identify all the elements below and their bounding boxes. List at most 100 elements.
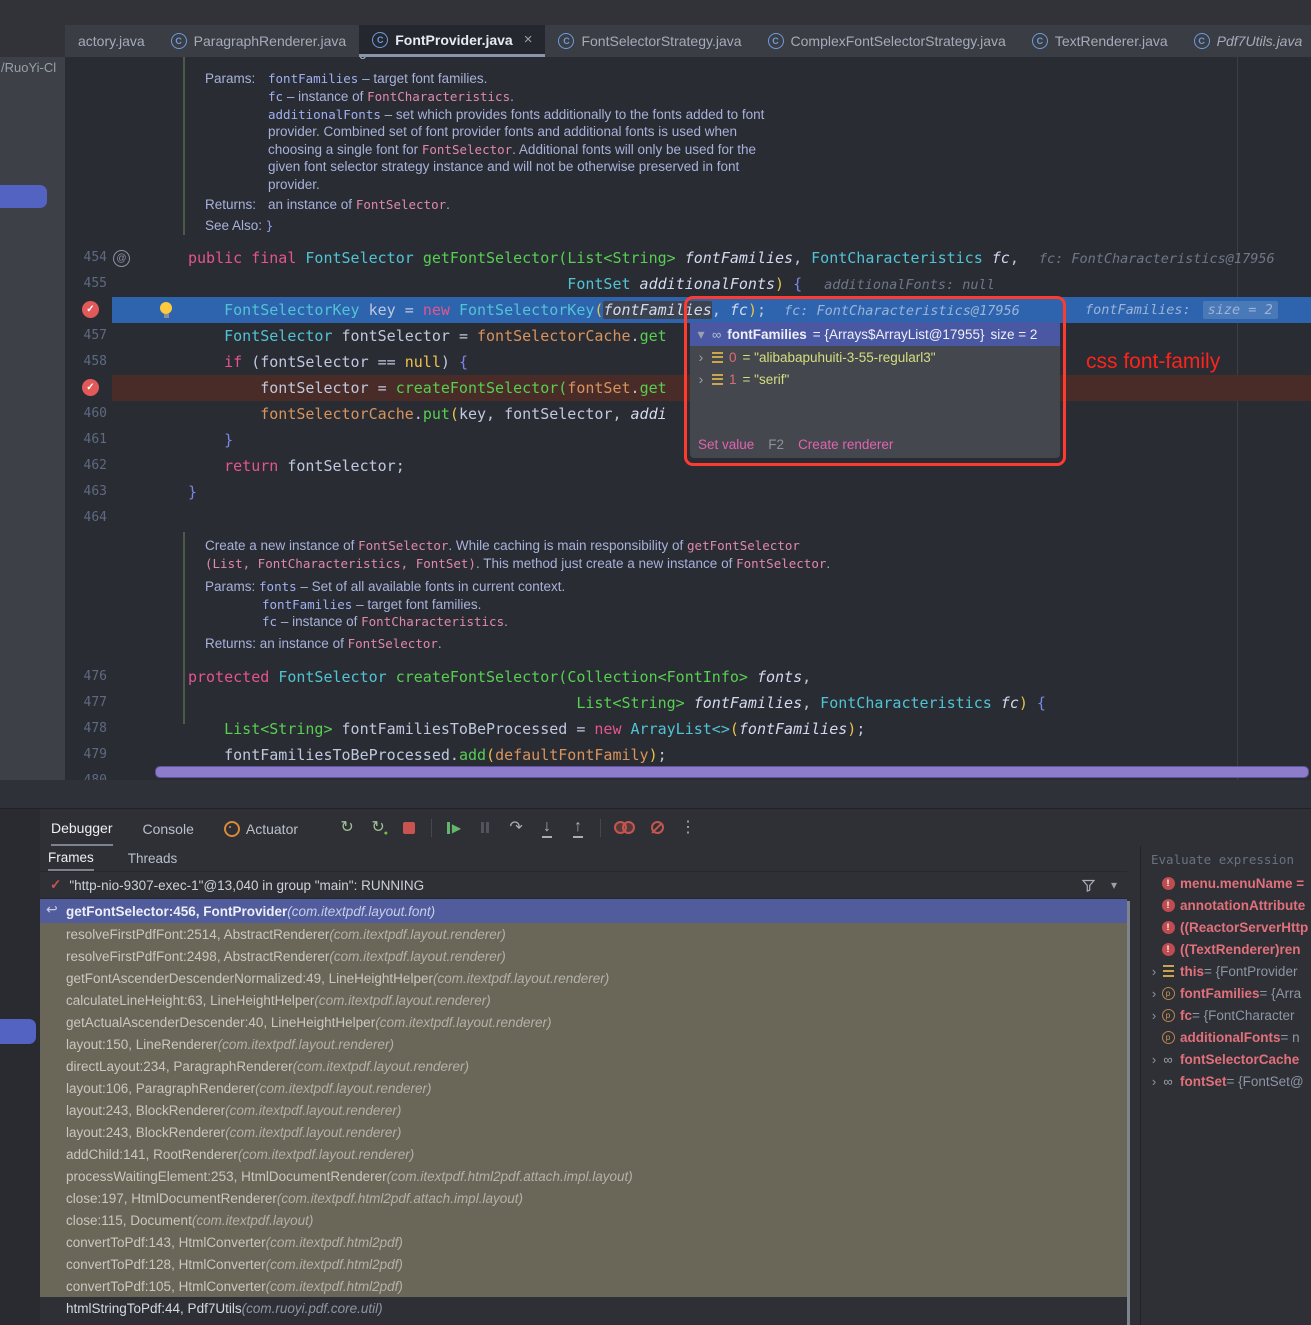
stack-frame-row[interactable]: convertToPdf:143, HtmlConverter (com.ite… — [40, 1231, 1127, 1253]
stack-frame-row[interactable]: layout:106, ParagraphRenderer (com.itext… — [40, 1077, 1127, 1099]
line-number[interactable]: 460 — [65, 401, 107, 427]
chevron-down-icon[interactable]: ▾ — [1111, 878, 1117, 892]
rerun-debug-icon[interactable]: ↻● — [369, 818, 387, 838]
popup-header-row[interactable]: ▾ ∞ fontFamilies = {Arrays$ArrayList@179… — [690, 322, 1060, 346]
line-number[interactable]: 455 — [65, 271, 107, 297]
breakpoint-icon[interactable]: ✓ — [82, 301, 99, 318]
variable-row[interactable]: ›∞fontSet = {FontSet@ — [1141, 1070, 1311, 1092]
variable-row[interactable]: padditionalFonts = n — [1141, 1026, 1311, 1048]
line-number[interactable]: 461 — [65, 427, 107, 453]
popup-variable-name: fontFamilies — [727, 327, 807, 342]
class-icon: C — [558, 33, 574, 49]
tab-frames[interactable]: Frames — [48, 846, 94, 871]
variable-row[interactable]: !annotationAttribute — [1141, 894, 1311, 916]
chevron-right-icon[interactable]: › — [1147, 1052, 1161, 1067]
debugger-value-popup[interactable]: ▾ ∞ fontFamilies = {Arrays$ArrayList@179… — [690, 322, 1060, 458]
create-renderer-link[interactable]: Create renderer — [798, 437, 893, 452]
line-number[interactable]: 462 — [65, 453, 107, 479]
toolbar-separator — [431, 819, 432, 837]
line-number[interactable]: 458 — [65, 349, 107, 375]
variable-row[interactable]: ›∞fontSelectorCache — [1141, 1048, 1311, 1070]
breakpoint-icon[interactable]: ✓ — [82, 379, 99, 396]
editor-horizontal-scrollbar[interactable] — [155, 766, 1309, 778]
line-number[interactable]: 478 — [65, 716, 107, 742]
mute-breakpoints-icon[interactable] — [648, 818, 666, 838]
rerun-icon[interactable]: ↻ — [338, 818, 356, 838]
code-editor[interactable]: Create FontSelector or get from cache.Pa… — [65, 57, 1311, 780]
stack-frame-row[interactable]: close:115, Document (com.itextpdf.layout… — [40, 1209, 1127, 1231]
stack-frame-row[interactable]: htmlStringToPdf:44, Pdf7Utils (com.ruoyi… — [40, 1297, 1127, 1319]
debugger-tab-actuator[interactable]: Actuator — [224, 809, 298, 846]
chevron-right-icon[interactable]: › — [696, 349, 706, 365]
more-icon[interactable]: ⋮ — [679, 818, 697, 838]
step-over-icon[interactable]: ↷ — [507, 818, 525, 838]
frame-method: layout:150, LineRenderer — [66, 1037, 218, 1052]
editor-tab-complexfontselectorstrategy-java[interactable]: CComplexFontSelectorStrategy.java — [755, 25, 1019, 57]
line-number[interactable]: 454 — [65, 245, 107, 271]
frames-scrollbar[interactable] — [1127, 901, 1130, 1325]
stack-frame-row[interactable]: layout:150, LineRenderer (com.itextpdf.l… — [40, 1033, 1127, 1055]
chevron-right-icon[interactable]: › — [1147, 1008, 1161, 1023]
line-number[interactable]: 480 — [65, 768, 107, 780]
thread-row[interactable]: ✓ "http-nio-9307-exec-1"@13,040 in group… — [40, 872, 1127, 899]
intention-bulb-icon[interactable] — [160, 302, 172, 314]
line-number[interactable]: 464 — [65, 505, 107, 531]
project-panel-sliver: /RuoYi-Cl — [0, 57, 65, 780]
annotation-gutter-icon: @ — [113, 250, 130, 267]
stack-frame-row[interactable]: ↩getFontSelector:456, FontProvider (com.… — [40, 899, 1127, 923]
stack-frame-row[interactable]: getFontAscenderDescenderNormalized:49, L… — [40, 967, 1127, 989]
popup-array-item[interactable]: ›0= "alibabapuhuiti-3-55-regularl3" — [690, 346, 1060, 368]
step-into-icon[interactable]: ↓ — [538, 818, 556, 838]
javadoc-line: Create a new instance of FontSelector. W… — [205, 537, 800, 554]
resume-icon[interactable]: ▶ — [445, 818, 463, 838]
debugger-tab-debugger[interactable]: Debugger — [51, 809, 113, 846]
stack-frame-row[interactable]: convertToPdf:128, HtmlConverter (com.ite… — [40, 1253, 1127, 1275]
chevron-right-icon[interactable]: › — [1147, 1074, 1161, 1089]
editor-tab-fontselectorstrategy-java[interactable]: CFontSelectorStrategy.java — [545, 25, 754, 57]
variable-row[interactable]: ›pfontFamilies = {Arra — [1141, 982, 1311, 1004]
editor-tab-pdf7utils-java[interactable]: CPdf7Utils.java — [1181, 25, 1311, 57]
popup-array-item[interactable]: ›1= "serif" — [690, 368, 1060, 390]
editor-tab-paragraphrenderer-java[interactable]: CParagraphRenderer.java — [158, 25, 360, 57]
chevron-right-icon[interactable]: › — [1147, 986, 1161, 1001]
stack-frame-row[interactable]: convertToPdf:105, HtmlConverter (com.ite… — [40, 1275, 1127, 1297]
stack-frame-row[interactable]: templatePdf:73, TemplateGuideSupportCont… — [40, 1319, 1127, 1325]
pause-icon[interactable] — [476, 818, 494, 838]
step-out-icon[interactable]: ↑ — [569, 818, 587, 838]
stack-frame-row[interactable]: layout:243, BlockRenderer (com.itextpdf.… — [40, 1099, 1127, 1121]
stack-frame-row[interactable]: addChild:141, RootRenderer (com.itextpdf… — [40, 1143, 1127, 1165]
stack-frame-row[interactable]: processWaitingElement:253, HtmlDocumentR… — [40, 1165, 1127, 1187]
stack-frame-row[interactable]: resolveFirstPdfFont:2514, AbstractRender… — [40, 923, 1127, 945]
evaluate-expression-field[interactable]: Evaluate expression — [1141, 846, 1311, 872]
set-value-link[interactable]: Set value — [698, 437, 754, 452]
filter-funnel-icon[interactable] — [1082, 879, 1095, 892]
variable-row[interactable]: !((TextRenderer)ren — [1141, 938, 1311, 960]
stop-icon[interactable] — [400, 818, 418, 838]
tab-threads[interactable]: Threads — [128, 846, 178, 871]
chevron-right-icon[interactable]: › — [696, 371, 706, 387]
editor-tab-fontprovider-java[interactable]: CFontProvider.java× — [359, 25, 545, 57]
variable-row[interactable]: !((ReactorServerHttp — [1141, 916, 1311, 938]
variable-row[interactable]: ›pfc = {FontCharacter — [1141, 1004, 1311, 1026]
variable-row[interactable]: ›this = {FontProvider — [1141, 960, 1311, 982]
view-breakpoints-icon[interactable] — [614, 818, 635, 838]
stack-frame-row[interactable]: getActualAscenderDescender:40, LineHeigh… — [40, 1011, 1127, 1033]
code-line: 463} — [65, 479, 1311, 505]
line-number[interactable]: 479 — [65, 742, 107, 768]
chevron-right-icon[interactable]: › — [1147, 964, 1161, 979]
stack-frame-row[interactable]: calculateLineHeight:63, LineHeightHelper… — [40, 989, 1127, 1011]
editor-tab-textrenderer-java[interactable]: CTextRenderer.java — [1019, 25, 1181, 57]
stack-frame-row[interactable]: directLayout:234, ParagraphRenderer (com… — [40, 1055, 1127, 1077]
line-number[interactable]: 476 — [65, 664, 107, 690]
variable-row[interactable]: !menu.menuName = — [1141, 872, 1311, 894]
line-number[interactable]: 463 — [65, 479, 107, 505]
debugger-tab-console[interactable]: Console — [143, 809, 194, 846]
stack-frame-row[interactable]: resolveFirstPdfFont:2498, AbstractRender… — [40, 945, 1127, 967]
line-number[interactable]: 477 — [65, 690, 107, 716]
stack-frame-row[interactable]: close:197, HtmlDocumentRenderer (com.ite… — [40, 1187, 1127, 1209]
editor-tab-actory-java[interactable]: actory.java — [65, 25, 158, 57]
stack-frame-row[interactable]: layout:243, BlockRenderer (com.itextpdf.… — [40, 1121, 1127, 1143]
close-icon[interactable]: × — [524, 31, 533, 48]
line-number[interactable]: 457 — [65, 323, 107, 349]
chevron-down-icon[interactable]: ▾ — [696, 326, 706, 343]
